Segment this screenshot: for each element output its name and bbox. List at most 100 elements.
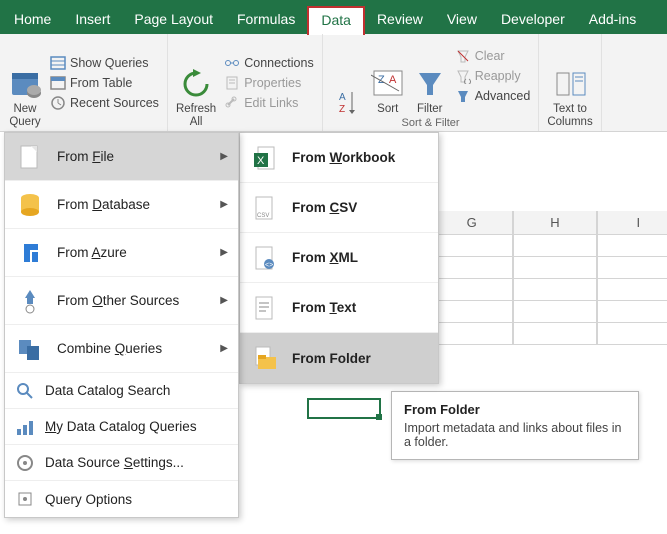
properties-button[interactable]: Properties — [220, 73, 318, 93]
get-transform-list: Show Queries From Table Recent Sources — [46, 36, 163, 129]
menu-query-options[interactable]: Query Options — [5, 481, 238, 517]
tab-addins[interactable]: Add-ins — [577, 5, 648, 34]
column-headers[interactable]: G H I — [430, 211, 667, 235]
advanced-button[interactable]: Advanced — [451, 86, 535, 106]
sort-label: Sort — [377, 103, 398, 116]
new-query-button[interactable]: New Query — [4, 36, 46, 129]
tab-view[interactable]: View — [435, 5, 489, 34]
menu-from-database[interactable]: From Database ▶ — [5, 181, 238, 229]
tab-home[interactable]: Home — [2, 5, 63, 34]
new-query-menu: From File ▶ From Database ▶ From Azure ▶… — [4, 132, 239, 518]
menu-data-catalog-search[interactable]: Data Catalog Search — [5, 373, 238, 409]
text-to-columns-icon — [553, 67, 587, 101]
menu-from-other-label: From Other Sources — [57, 293, 179, 308]
submenu-from-folder[interactable]: From Folder — [240, 333, 438, 383]
connections-list: Connections Properties Edit Links — [220, 36, 318, 129]
tab-insert[interactable]: Insert — [63, 5, 122, 34]
chevron-right-icon: ▶ — [220, 151, 228, 162]
show-queries-button[interactable]: Show Queries — [46, 53, 163, 73]
combine-queries-icon — [15, 334, 45, 364]
clear-icon — [455, 48, 471, 64]
menu-from-other-sources[interactable]: From Other Sources ▶ — [5, 277, 238, 325]
svg-text:A: A — [339, 92, 346, 103]
tab-formulas[interactable]: Formulas — [225, 5, 307, 34]
menu-from-azure[interactable]: From Azure ▶ — [5, 229, 238, 277]
menu-data-source-settings-label: Data Source Settings... — [45, 455, 184, 470]
filter-options: Clear Reapply Advanced — [451, 36, 535, 116]
chevron-right-icon: ▶ — [220, 343, 228, 354]
svg-text:Z: Z — [339, 104, 345, 115]
filter-button[interactable]: Filter — [409, 36, 451, 116]
properties-label: Properties — [244, 76, 301, 90]
sort-asc-button[interactable]: AZ — [327, 36, 367, 116]
sort-asc-icon: AZ — [337, 88, 357, 116]
svg-text:CSV: CSV — [257, 213, 269, 219]
svg-text:A: A — [389, 74, 397, 86]
settings-icon — [15, 453, 35, 473]
from-table-button[interactable]: From Table — [46, 73, 163, 93]
from-table-icon — [50, 75, 66, 91]
menu-data-source-settings[interactable]: Data Source Settings... — [5, 445, 238, 481]
submenu-from-xml[interactable]: <> From XML — [240, 233, 438, 283]
tooltip-body: Import metadata and links about files in… — [404, 421, 626, 449]
filter-label: Filter — [417, 103, 443, 116]
col-header-i[interactable]: I — [597, 211, 667, 235]
options-icon — [15, 489, 35, 509]
svg-text:<>: <> — [265, 262, 273, 269]
col-header-g[interactable]: G — [430, 211, 513, 235]
menu-from-file-label: From File — [57, 149, 114, 164]
tab-data[interactable]: Data — [307, 6, 365, 35]
submenu-from-workbook[interactable]: X From Workbook — [240, 133, 438, 183]
menu-from-azure-label: From Azure — [57, 245, 127, 260]
clear-label: Clear — [475, 49, 505, 63]
tooltip: From Folder Import metadata and links ab… — [391, 391, 639, 460]
submenu-workbook-label: From Workbook — [292, 150, 395, 165]
submenu-from-csv[interactable]: CSV From CSV — [240, 183, 438, 233]
refresh-all-label: Refresh All — [176, 103, 216, 129]
menu-from-file[interactable]: From File ▶ — [5, 133, 238, 181]
group-get-transform: New Query Show Queries From Table Recent… — [0, 34, 168, 131]
properties-icon — [224, 75, 240, 91]
clear-button[interactable]: Clear — [451, 46, 535, 66]
text-to-columns-button[interactable]: Text to Columns — [543, 36, 596, 129]
reapply-icon — [455, 68, 471, 84]
sort-button[interactable]: ZA Sort — [367, 36, 409, 116]
col-header-h[interactable]: H — [513, 211, 596, 235]
new-query-label: New Query — [9, 103, 40, 129]
reapply-label: Reapply — [475, 69, 521, 83]
submenu-folder-label: From Folder — [292, 351, 371, 366]
worksheet-grid[interactable]: G H I — [430, 211, 667, 345]
active-cell[interactable] — [307, 398, 381, 419]
file-icon — [15, 142, 45, 172]
menu-my-data-catalog[interactable]: My Data Catalog Queries — [5, 409, 238, 445]
submenu-from-text[interactable]: From Text — [240, 283, 438, 333]
tab-page-layout[interactable]: Page Layout — [122, 5, 225, 34]
tab-developer[interactable]: Developer — [489, 5, 577, 34]
show-queries-icon — [50, 55, 66, 71]
connections-icon — [224, 55, 240, 71]
edit-links-icon — [224, 95, 240, 111]
menu-from-database-label: From Database — [57, 197, 150, 212]
chevron-right-icon: ▶ — [220, 295, 228, 306]
csv-icon: CSV — [250, 193, 280, 223]
refresh-all-button[interactable]: Refresh All — [172, 36, 220, 129]
tab-strip: Home Insert Page Layout Formulas Data Re… — [0, 6, 667, 34]
recent-sources-button[interactable]: Recent Sources — [46, 93, 163, 113]
from-file-submenu: X From Workbook CSV From CSV <> From XML… — [239, 132, 439, 384]
sort-filter-group-label: Sort & Filter — [327, 116, 535, 129]
menu-combine-queries[interactable]: Combine Queries ▶ — [5, 325, 238, 373]
filter-icon — [413, 67, 447, 101]
edit-links-button[interactable]: Edit Links — [220, 93, 318, 113]
from-table-label: From Table — [70, 76, 132, 90]
database-icon — [15, 190, 45, 220]
submenu-xml-label: From XML — [292, 250, 358, 265]
other-sources-icon — [15, 286, 45, 316]
edit-links-label: Edit Links — [244, 96, 298, 110]
sort-icon: ZA — [371, 67, 405, 101]
reapply-button[interactable]: Reapply — [451, 66, 535, 86]
chevron-right-icon: ▶ — [220, 247, 228, 258]
tab-review[interactable]: Review — [365, 5, 435, 34]
connections-button[interactable]: Connections — [220, 53, 318, 73]
menu-my-catalog-label: My Data Catalog Queries — [45, 419, 197, 434]
new-query-icon — [8, 67, 42, 101]
